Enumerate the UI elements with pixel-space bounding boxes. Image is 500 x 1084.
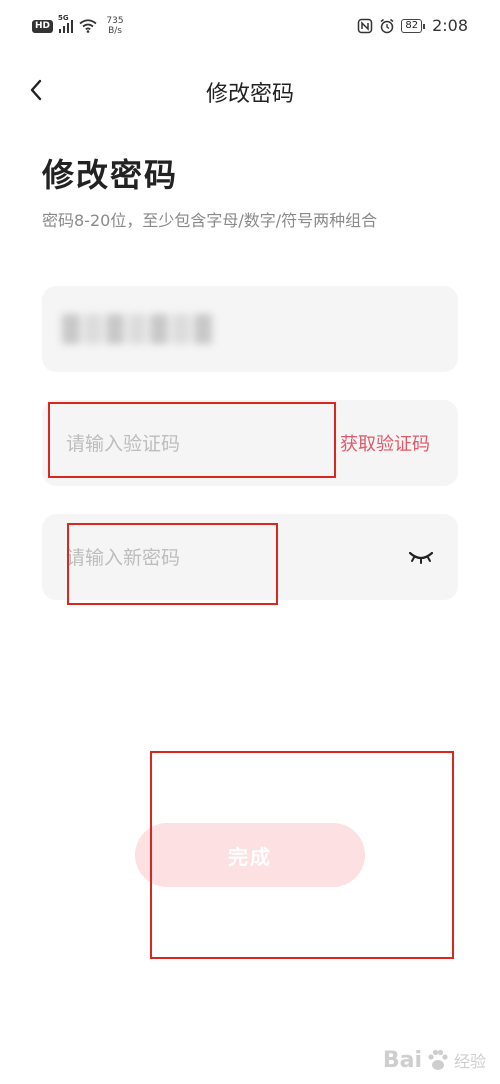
watermark-brand: Bai — [382, 1047, 422, 1073]
new-password-field — [42, 514, 458, 600]
net-speed-value: 735 — [106, 16, 124, 26]
nav-title: 修改密码 — [205, 82, 294, 107]
new-password-input[interactable] — [64, 536, 368, 580]
submit-button[interactable]: 完成 — [135, 823, 365, 887]
status-left: HD 5G 735 B/s — [32, 14, 127, 36]
get-code-button[interactable]: 获取验证码 — [340, 430, 430, 456]
eye-closed-icon — [408, 551, 434, 564]
status-bar: HD 5G 735 B/s 82 2:08 — [0, 0, 500, 56]
signal-label: 5G — [58, 14, 69, 22]
phone-field[interactable] — [42, 286, 458, 372]
nav-bar: 修改密码 — [0, 62, 500, 122]
net-speed-unit: B/s — [108, 26, 122, 36]
password-visibility-toggle[interactable] — [406, 542, 436, 572]
net-speed: 735 B/s — [103, 16, 127, 36]
paw-icon — [428, 1049, 448, 1070]
wifi-icon — [79, 19, 97, 33]
nfc-icon — [358, 18, 373, 33]
page-title: 修改密码 — [42, 156, 179, 194]
alarm-icon — [380, 18, 394, 33]
verification-code-field: 获取验证码 — [42, 400, 458, 486]
battery-indicator: 82 — [401, 18, 425, 33]
watermark-suffix: 经验 — [453, 1052, 486, 1071]
blurred-phone-number — [62, 314, 212, 344]
status-right: 82 2:08 — [357, 16, 468, 35]
watermark: Bai 经验 — [383, 1046, 486, 1074]
status-time: 2:08 — [432, 16, 468, 35]
hd-badge: HD — [32, 19, 54, 33]
password-rule-hint: 密码8-20位，至少包含字母/数字/符号两种组合 — [42, 211, 378, 230]
signal-icon: 5G — [58, 14, 74, 33]
verification-code-input[interactable] — [64, 422, 328, 466]
